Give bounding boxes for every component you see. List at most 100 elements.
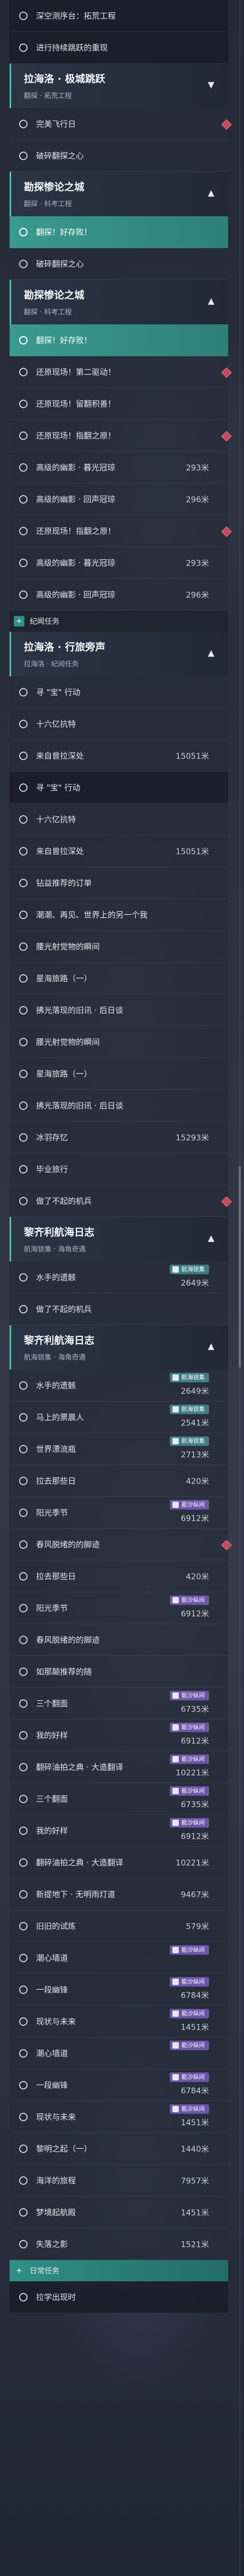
quest-row[interactable]: 海洋的旅程 7957米 bbox=[10, 2165, 228, 2196]
quest-row[interactable]: 新提地下 · 无明雨灯道 9467米 bbox=[10, 1878, 228, 1910]
quest-row[interactable]: 冰羽存忆 15293米 bbox=[10, 1122, 228, 1153]
chevron-up-icon[interactable]: ▲ bbox=[206, 188, 216, 198]
quest-row[interactable]: 进行持续跳跃的重现 bbox=[10, 32, 228, 64]
quest-row[interactable]: 翻探！好存败！ bbox=[10, 216, 228, 248]
quest-row[interactable]: 潮心墙道 能沙纵间 bbox=[10, 2037, 228, 2069]
chevron-up-icon[interactable]: ▲ bbox=[206, 296, 216, 306]
quest-row[interactable]: 我的好样 能沙纵间 6912米 bbox=[10, 1719, 228, 1751]
quest-row[interactable]: 黎明之起（一） 1440米 bbox=[10, 2133, 228, 2165]
quest-row[interactable]: 拉去那些日 420米 bbox=[10, 1560, 228, 1592]
chevron-up-icon[interactable]: ▲ bbox=[206, 1233, 216, 1243]
quest-label: 拉学出现时 bbox=[36, 2292, 76, 2302]
status-circle-icon bbox=[19, 1890, 28, 1899]
quest-row[interactable]: 还原现场！指翻之原！ bbox=[10, 420, 232, 452]
quest-row[interactable]: 还原现场！指翻之原！ bbox=[10, 515, 232, 547]
quest-row[interactable]: 拉学出现时 bbox=[10, 2281, 228, 2313]
scrollbar-thumb[interactable] bbox=[239, 1166, 241, 1368]
quest-group-header[interactable]: 拉海洛 · 极城跳跃 翻探 · 拓荒工程 ▼ bbox=[10, 64, 228, 108]
quest-row[interactable]: 一段幽锋 能沙纵间 6784米 bbox=[10, 2069, 228, 2101]
quest-label: 毕业旅行 bbox=[36, 1165, 68, 1174]
quest-group-header[interactable]: 勘探惨论之城 翻探 · 科考工程 ▲ bbox=[10, 280, 228, 324]
quest-row[interactable]: 翻碎油拍之典 · 大造翻译 10221米 bbox=[10, 1847, 228, 1878]
quest-row[interactable]: 如那颠推荐的随 bbox=[10, 1656, 228, 1688]
quest-row[interactable]: 做了不起的机兵 bbox=[10, 1293, 228, 1325]
quest-row[interactable]: 来自曾拉深处 15051米 bbox=[10, 835, 228, 867]
quest-row[interactable]: 失落之影 1521米 bbox=[10, 2228, 228, 2260]
chevron-up-icon[interactable]: ▲ bbox=[206, 648, 216, 658]
quest-group-header[interactable]: 勘探惨论之城 翻探 · 科考工程 ▲ bbox=[10, 172, 228, 216]
quest-row[interactable]: 星海旅路（一） bbox=[10, 1058, 228, 1090]
status-circle-icon bbox=[19, 2112, 28, 2121]
quest-label: 寻 "宝" 行动 bbox=[36, 687, 81, 697]
quest-row[interactable]: 水手的遗骸 航海锁集 2649米 bbox=[10, 1370, 228, 1401]
quest-row[interactable]: 来自曾拉深处 15051米 bbox=[10, 740, 228, 772]
scrollbar[interactable] bbox=[239, 0, 241, 2576]
quest-row[interactable]: 一段幽锋 能沙纵间 6784米 bbox=[10, 1974, 228, 2006]
quest-row[interactable]: 三个翻面 能沙纵间 6735米 bbox=[10, 1783, 228, 1815]
quest-row[interactable]: 高级的幽影 · 暮光冠琼 293米 bbox=[10, 547, 228, 579]
quest-row[interactable]: 寻 "宝" 行动 bbox=[10, 676, 228, 708]
quest-category-header[interactable]: + 纪闻任务 bbox=[10, 611, 228, 632]
distance-readout: 6784米 bbox=[180, 2086, 209, 2096]
quest-category-header[interactable]: + 日常任务 bbox=[10, 2260, 228, 2281]
quest-row[interactable]: 春风脱绪的的脚迹 bbox=[10, 1624, 228, 1656]
quest-row[interactable]: 马上的票晨人 航海锁集 2541米 bbox=[10, 1401, 228, 1433]
quest-row[interactable]: 拂光落现的旧讯 · 后日谈 bbox=[10, 1090, 228, 1122]
chevron-up-icon[interactable]: ▲ bbox=[206, 1341, 216, 1352]
quest-row[interactable]: 潮心墙道 能沙纵间 bbox=[10, 1942, 228, 1974]
quest-row[interactable]: 翻碎油拍之典 · 大造翻译 能沙纵间 10221米 bbox=[10, 1751, 228, 1783]
quest-row[interactable]: 腰光射觉物的瞬间 bbox=[10, 931, 228, 963]
quest-label: 春风脱绪的的脚迹 bbox=[36, 1540, 100, 1549]
quest-row[interactable]: 高级的幽影 · 回声冠琼 296米 bbox=[10, 483, 228, 515]
status-circle-icon bbox=[19, 1304, 28, 1313]
quest-row[interactable]: 春风脱绪的的脚迹 bbox=[10, 1529, 232, 1560]
quest-row[interactable]: 水手的遗骸 航海锁集 2649米 bbox=[10, 1261, 228, 1293]
quest-row[interactable]: 破碎翻探之心 bbox=[10, 140, 228, 172]
chevron-down-icon[interactable]: ▼ bbox=[206, 80, 216, 90]
quest-row[interactable]: 高级的幽影 · 暮光冠琼 293米 bbox=[10, 452, 228, 483]
quest-row[interactable]: 阳光季节 能沙纵间 6912米 bbox=[10, 1497, 228, 1529]
quest-tag-badge: 能沙纵间 bbox=[170, 2009, 209, 2018]
status-circle-icon bbox=[19, 259, 28, 268]
quest-row[interactable]: 毕业旅行 bbox=[10, 1153, 228, 1185]
quest-row[interactable]: 寻 "宝" 行动 bbox=[10, 772, 228, 804]
quest-group-header[interactable]: 拉海洛 · 行旅旁声 拉海洛 · 纪闻任务 ▲ bbox=[10, 632, 228, 676]
quest-row[interactable]: 高级的幽影 · 回声冠琼 296米 bbox=[10, 579, 228, 611]
quest-row[interactable]: 还原现场！第二驱动！ bbox=[10, 356, 232, 388]
quest-group-header[interactable]: 黎齐利航海日志 航海锁集 · 海角奇遇 ▲ bbox=[10, 1325, 228, 1370]
quest-row[interactable]: 完美飞行日 bbox=[10, 108, 232, 140]
quest-label: 世界漂流瓶 bbox=[36, 1444, 76, 1454]
quest-row[interactable]: 拂光落现的旧讯 · 后日谈 bbox=[10, 994, 228, 1026]
quest-row[interactable]: 还原现场！留翻积善！ bbox=[10, 388, 228, 420]
distance-readout: 2649米 bbox=[180, 1278, 209, 1288]
quest-row[interactable]: 十六亿抗特 bbox=[10, 804, 228, 835]
quest-row[interactable]: 三个翻面 能沙纵间 6735米 bbox=[10, 1688, 228, 1719]
quest-row[interactable]: 梦境起航殿 1451米 bbox=[10, 2196, 228, 2228]
quest-label: 完美飞行日 bbox=[36, 119, 76, 129]
tracking-diamond-icon bbox=[221, 119, 232, 130]
group-subtitle: 航海锁集 · 海角奇遇 bbox=[24, 1246, 86, 1254]
quest-group-header[interactable]: 黎齐利航海日志 航海锁集 · 海角奇遇 ▲ bbox=[10, 1217, 228, 1261]
status-circle-icon bbox=[19, 1826, 28, 1835]
quest-tag-badge: 航海锁集 bbox=[170, 1265, 209, 1274]
quest-row[interactable]: 腰光射觉物的瞬间 bbox=[10, 1026, 228, 1058]
status-circle-icon bbox=[19, 2144, 28, 2153]
quest-tag-badge: 能沙纵间 bbox=[170, 1723, 209, 1732]
status-circle-icon bbox=[19, 1667, 28, 1676]
quest-row[interactable]: 世界漂流瓶 航海锁集 2713米 bbox=[10, 1433, 228, 1465]
quest-row[interactable]: 我的好样 能沙纵间 6912米 bbox=[10, 1815, 228, 1847]
quest-row[interactable]: 现状与未来 能沙纵间 1451米 bbox=[10, 2101, 228, 2133]
quest-row[interactable]: 翻探！好存败！ bbox=[10, 324, 228, 356]
status-circle-icon bbox=[19, 1858, 28, 1867]
quest-row[interactable]: 深空测序台：拓荒工程 bbox=[10, 0, 228, 32]
quest-row[interactable]: 潮潮、再见、世界上的另一个我 bbox=[10, 899, 228, 931]
quest-row[interactable]: 十六亿抗特 bbox=[10, 708, 228, 740]
quest-row[interactable]: 星海旅路（一） bbox=[10, 963, 228, 994]
quest-row[interactable]: 现状与未来 能沙纵间 1451米 bbox=[10, 2006, 228, 2037]
quest-row[interactable]: 钻益推荐的订单 bbox=[10, 867, 228, 899]
quest-row[interactable]: 旧旧的试炼 579米 bbox=[10, 1910, 228, 1942]
quest-row[interactable]: 阳光季节 能沙纵间 6912米 bbox=[10, 1592, 228, 1624]
quest-row[interactable]: 破碎翻探之心 bbox=[10, 248, 228, 280]
quest-row[interactable]: 做了不起的机兵 bbox=[10, 1185, 232, 1217]
quest-row[interactable]: 拉去那些日 420米 bbox=[10, 1465, 228, 1497]
